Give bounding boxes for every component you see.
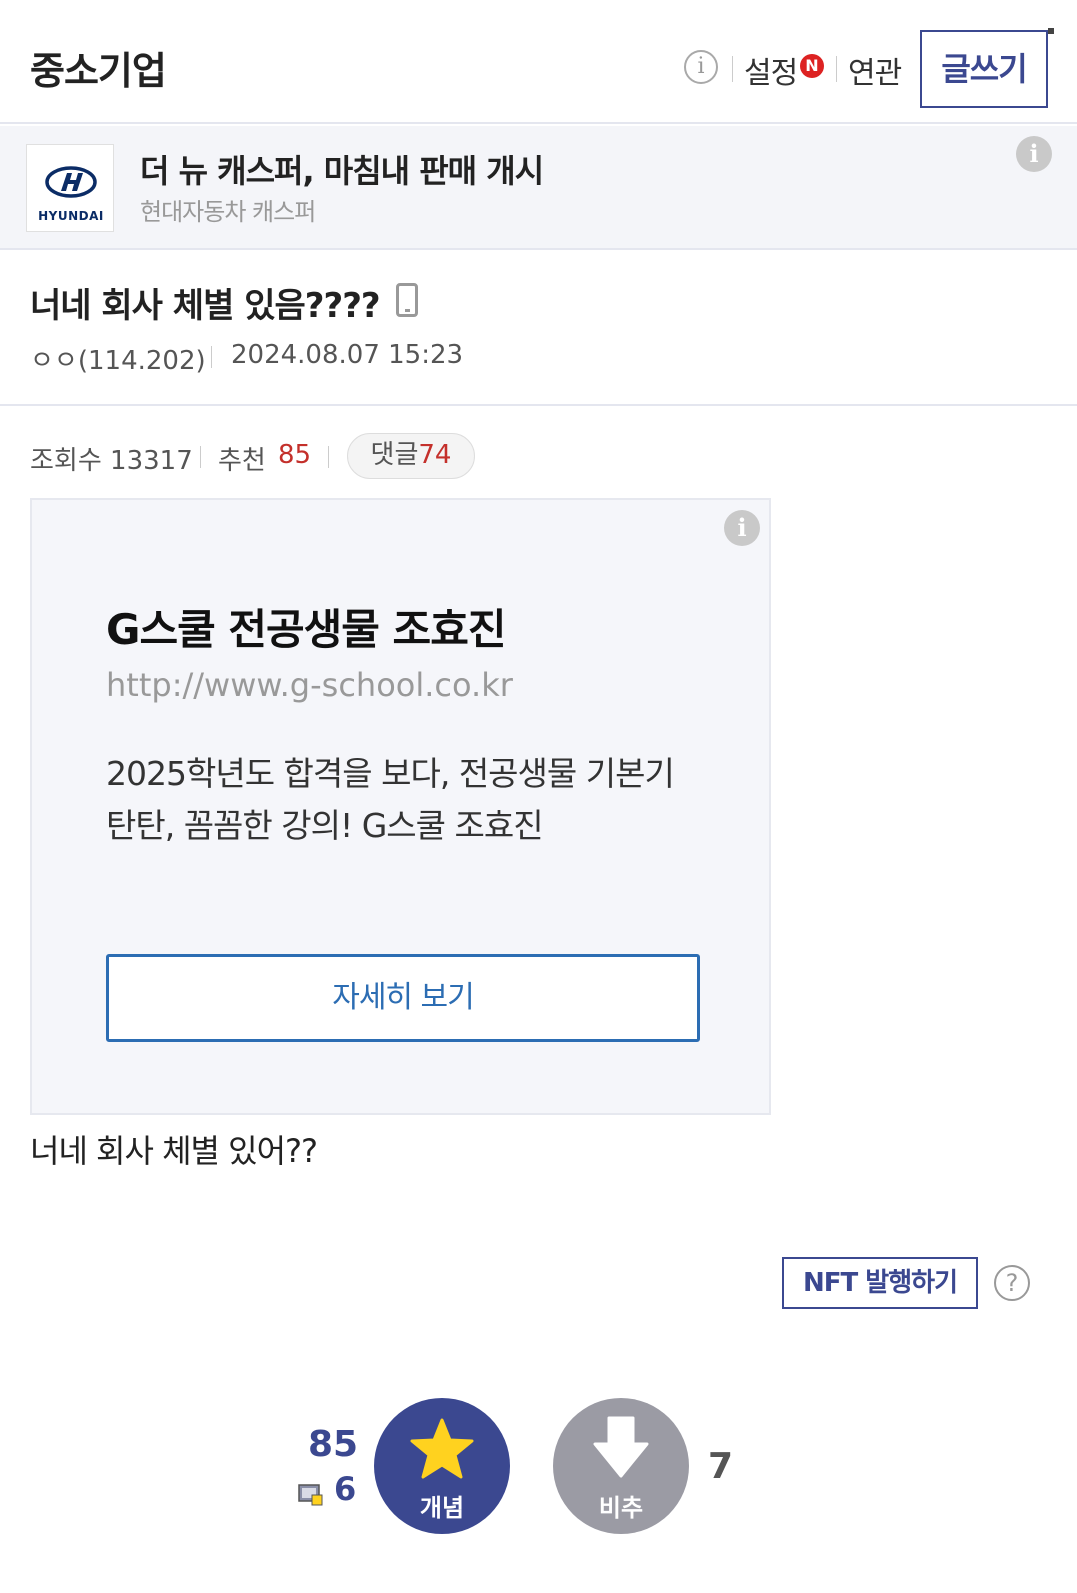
post-author[interactable]: ㅇㅇ(114.202) [30, 340, 206, 377]
post-title: 너네 회사 체별 있음???? [30, 286, 381, 326]
write-post-button[interactable]: 글쓰기 [920, 30, 1048, 108]
gallery-title[interactable]: 중소기업 [30, 40, 167, 95]
divider [211, 346, 212, 368]
nft-mint-button[interactable]: NFT 발행하기 [782, 1257, 978, 1309]
views-value: 13317 [110, 446, 193, 476]
divider [328, 446, 329, 468]
downvote-count: 7 [708, 1446, 734, 1487]
new-badge: N [800, 54, 824, 78]
divider [0, 404, 1077, 406]
upvote-label: 개념 [419, 1494, 465, 1522]
help-icon[interactable]: ? [994, 1265, 1030, 1301]
recommend-label: 추천 [218, 446, 266, 476]
ad-details-button[interactable]: 자세히 보기 [106, 954, 700, 1042]
hyundai-logo: HYUNDAI [26, 144, 114, 232]
view-count: 조회수 13317 [30, 440, 193, 477]
banner-subtitle: 현대자동차 캐스퍼 [140, 198, 316, 226]
downvote-label: 비추 [598, 1494, 644, 1522]
info-icon[interactable]: i [684, 50, 718, 84]
fixed-user-count: 6 [334, 1470, 357, 1508]
fixed-user-icon [298, 1484, 323, 1506]
upvote-button[interactable]: 개념 [374, 1398, 510, 1534]
banner-title[interactable]: 더 뉴 캐스퍼, 마침내 판매 개시 [140, 146, 544, 192]
ad-box[interactable]: i G스쿨 전공생물 조효진 http://www.g-school.co.kr… [30, 498, 771, 1115]
comments-count: 74 [418, 440, 452, 470]
recommend-count: 85 [278, 440, 312, 470]
post-body: 너네 회사 체별 있어?? [30, 1132, 318, 1170]
divider [732, 56, 733, 82]
ad-description: 2025학년도 합격을 보다, 전공생물 기본기 탄탄, 꼼꼼한 강의! G스쿨… [106, 754, 675, 845]
top-header: 중소기업 i 설정 N 연관 글쓰기 [0, 0, 1077, 124]
upvote-count: 85 [308, 1424, 359, 1465]
star-icon [410, 1418, 474, 1479]
ad-title[interactable]: G스쿨 전공생물 조효진 [106, 596, 506, 657]
banner-info-icon[interactable]: i [1016, 136, 1052, 172]
post-date: 2024.08.07 15:23 [231, 340, 464, 370]
comment-count-button[interactable]: 댓글74 [347, 433, 475, 479]
related-button[interactable]: 연관 [848, 48, 902, 92]
settings-button[interactable]: 설정 [744, 48, 798, 92]
divider [200, 446, 201, 468]
mobile-icon [396, 283, 418, 317]
corner-marker [1048, 28, 1054, 34]
hyundai-emblem-icon [45, 166, 97, 198]
ad-info-icon[interactable]: i [724, 510, 760, 546]
divider [836, 56, 837, 82]
sponsored-banner[interactable]: HYUNDAI 더 뉴 캐스퍼, 마침내 판매 개시 현대자동차 캐스퍼 [0, 126, 1077, 250]
comments-label: 댓글 [370, 440, 419, 470]
brand-wordmark: HYUNDAI [38, 209, 104, 223]
views-label: 조회수 [30, 446, 102, 476]
ad-url[interactable]: http://www.g-school.co.kr [106, 666, 513, 704]
arrow-down-icon [593, 1416, 649, 1478]
downvote-button[interactable]: 비추 [553, 1398, 689, 1534]
